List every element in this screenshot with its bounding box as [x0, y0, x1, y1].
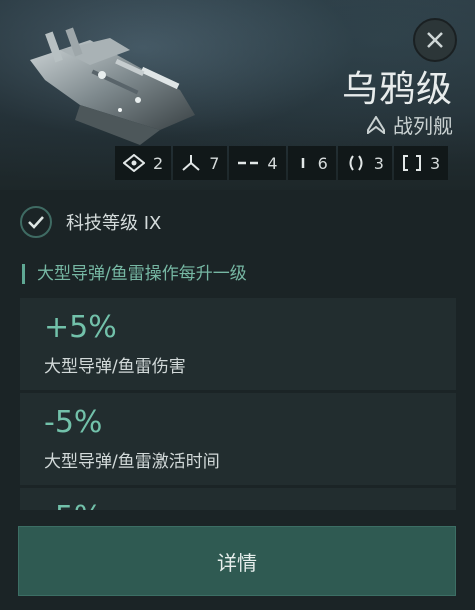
slot-high-value: 2	[153, 153, 164, 173]
slot-drone: 7	[173, 146, 228, 180]
rig-slot-icon	[349, 155, 363, 171]
low-slot-icon	[301, 158, 304, 168]
bonus-desc: 大型导弹/鱼雷激活时间	[44, 452, 220, 472]
bonus-value: -5%	[44, 405, 103, 440]
bonus-item: +5% 大型导弹/鱼雷伤害	[20, 298, 456, 390]
ship-class: 战列舰	[367, 110, 453, 139]
bonus-item: -5% 大型导弹/鱼雷激活时间	[20, 393, 456, 485]
check-circle-icon	[20, 206, 52, 238]
bonus-desc: 大型导弹/鱼雷伤害	[44, 357, 186, 377]
slot-bracket-value: 3	[429, 153, 441, 173]
skill-requirement: 科技等级 IX	[20, 206, 161, 238]
bonus-value: +5%	[44, 310, 117, 345]
slot-medium: 4	[229, 146, 286, 180]
bracket-slot-icon	[402, 155, 421, 171]
slot-rig: 3	[337, 146, 392, 180]
slot-low: 6	[287, 146, 336, 180]
ship-class-label: 战列舰	[393, 114, 453, 138]
close-button[interactable]	[413, 18, 457, 62]
slot-bracket: 3	[393, 146, 449, 180]
slot-low-value: 6	[317, 153, 328, 173]
medium-slot-icon	[238, 161, 259, 165]
skill-label: 科技等级 IX	[66, 213, 162, 234]
bonus-list[interactable]: +5% 大型导弹/鱼雷伤害 -5% 大型导弹/鱼雷激活时间 -5%	[20, 298, 456, 510]
bonus-value: -5%	[44, 502, 456, 511]
ship-header: 乌鸦级 战列舰 2 7 4 6 3 3	[0, 0, 475, 190]
ship-name: 乌鸦级	[341, 69, 453, 110]
details-button[interactable]: 详情	[18, 526, 456, 596]
slot-high: 2	[115, 146, 172, 180]
slot-drone-value: 7	[209, 153, 220, 173]
high-slot-icon	[123, 154, 145, 172]
drone-icon	[182, 155, 200, 171]
battleship-class-icon	[367, 115, 385, 134]
bonus-item: -5%	[20, 488, 456, 510]
ship-image	[30, 27, 195, 145]
slot-medium-value: 4	[267, 153, 278, 173]
close-icon	[427, 32, 443, 48]
slot-summary: 2 7 4 6 3 3	[115, 146, 449, 180]
section-title: 大型导弹/鱼雷操作每升一级	[22, 264, 247, 284]
slot-rig-value: 3	[373, 153, 384, 173]
